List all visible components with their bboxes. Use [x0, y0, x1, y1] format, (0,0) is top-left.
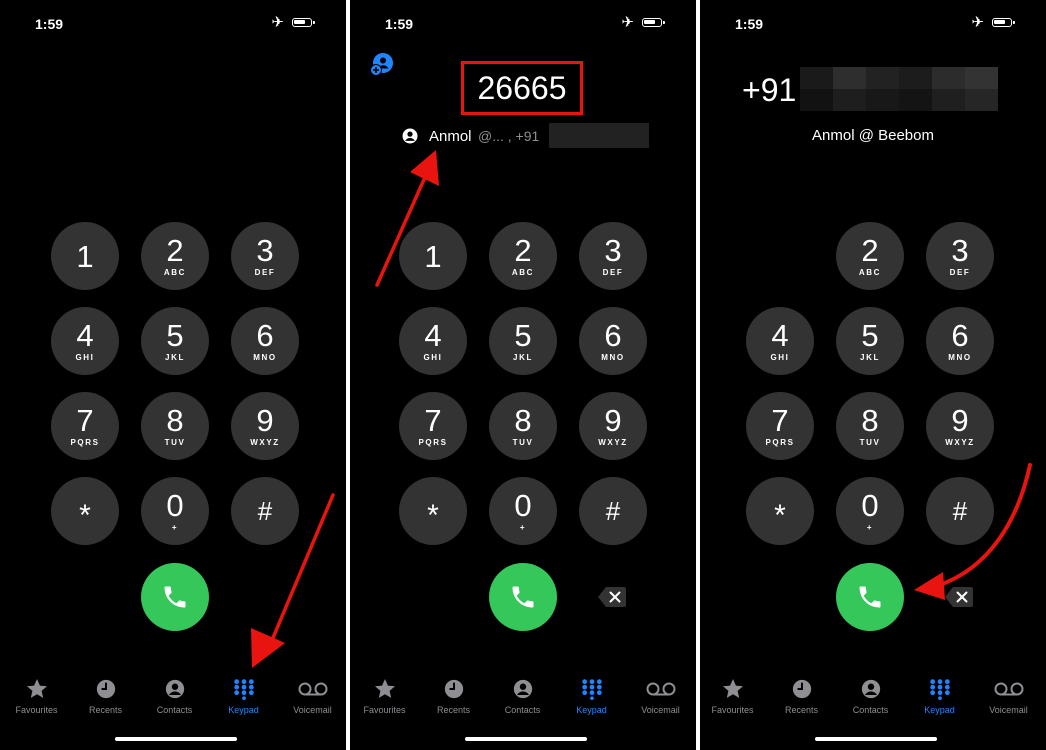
- keypad-icon: [581, 679, 602, 700]
- key-letters: DEF: [602, 268, 624, 277]
- dialer-screen-1: 1:59 ✈ 1 2 ABC 3 DEF 4 GHI 5 JKL 6 MNO 7 PQRS …: [0, 0, 346, 750]
- clock-icon: [792, 679, 811, 699]
- star-icon: [374, 679, 395, 698]
- clock-icon: [444, 679, 463, 699]
- tab-label: Keypad: [576, 705, 607, 715]
- key-digit: 8: [514, 403, 532, 438]
- key-digit: #: [605, 496, 621, 526]
- tab-contacts[interactable]: Contacts: [488, 676, 557, 715]
- key-letters: +: [519, 523, 527, 532]
- tab-label: Contacts: [504, 705, 541, 715]
- key-letters: JKL: [513, 353, 533, 362]
- tab-label: Voicemail: [641, 705, 680, 715]
- tab-bar: Favourites Recents Contacts Keypad Voice…: [350, 676, 696, 726]
- annotation-arrow: [914, 463, 1032, 600]
- key-digit: 3: [604, 233, 622, 268]
- key-letters: PQRS: [418, 438, 448, 447]
- home-indicator: [815, 737, 937, 741]
- key-2[interactable]: 2 ABC: [489, 222, 557, 290]
- phone-icon: [512, 586, 534, 608]
- key-letters: MNO: [601, 353, 625, 362]
- tab-label: Contacts: [852, 705, 889, 715]
- key-digit: 7: [424, 403, 442, 438]
- tab-keypad[interactable]: Keypad: [557, 676, 626, 715]
- tab-bar: Favourites Recents Contacts Keypad Voice…: [700, 676, 1046, 726]
- key-9[interactable]: 9 WXYZ: [579, 392, 647, 460]
- call-button[interactable]: [489, 563, 557, 631]
- tab-voicemail[interactable]: Voicemail: [974, 676, 1043, 715]
- tab-label: Favourites: [363, 705, 406, 715]
- voicemail-icon: [994, 682, 1023, 696]
- voicemail-icon: [646, 682, 675, 696]
- annotation-arrow: [251, 493, 335, 668]
- key-digit: 2: [514, 233, 532, 268]
- tab-recents[interactable]: Recents: [767, 676, 836, 715]
- key-digit: 0: [514, 488, 532, 523]
- key-letters: WXYZ: [598, 438, 628, 447]
- key-digit: 9: [604, 403, 622, 438]
- tab-label: Recents: [436, 705, 471, 715]
- tab-label: Favourites: [711, 705, 754, 715]
- keypad-icon: [929, 679, 950, 700]
- key-letters: ABC: [511, 268, 535, 277]
- tab-label: Voicemail: [989, 705, 1028, 715]
- tab-contacts[interactable]: Contacts: [836, 676, 905, 715]
- key-digit: 5: [514, 318, 532, 353]
- tab-label: Recents: [784, 705, 819, 715]
- home-indicator: [465, 737, 587, 741]
- key-1[interactable]: 1: [399, 222, 467, 290]
- tab-recents[interactable]: Recents: [419, 676, 488, 715]
- tab-keypad[interactable]: Keypad: [905, 676, 974, 715]
- annotation-arrow: [375, 150, 439, 287]
- key-letters: GHI: [423, 353, 443, 362]
- key-8[interactable]: 8 TUV: [489, 392, 557, 460]
- key-4[interactable]: 4 GHI: [399, 307, 467, 375]
- tab-favourites[interactable]: Favourites: [350, 676, 419, 715]
- contact-icon: [861, 679, 880, 699]
- tab-label: Keypad: [924, 705, 955, 715]
- key-0[interactable]: 0 +: [489, 477, 557, 545]
- contact-icon: [513, 679, 532, 699]
- key-digit: 4: [424, 318, 442, 353]
- dialer-screen-3: 1:59 ✈ +91 Anmol @ Beebom 1 2ABC 3DEF 4G…: [700, 0, 1046, 750]
- key-letters: TUV: [512, 438, 534, 447]
- delete-button[interactable]: [597, 586, 627, 608]
- dialer-screen-2: 1:59 ✈ 26665 Anmol @... , +91 1 2 ABC 3 DE…: [350, 0, 696, 750]
- key-7[interactable]: 7 PQRS: [399, 392, 467, 460]
- key-5[interactable]: 5 JKL: [489, 307, 557, 375]
- key-hash[interactable]: #: [579, 477, 647, 545]
- key-star[interactable]: *: [399, 477, 467, 545]
- key-digit: 6: [604, 318, 622, 353]
- key-digit: *: [427, 499, 439, 532]
- key-digit: 1: [424, 238, 442, 274]
- star-icon: [722, 679, 743, 698]
- delete-icon: [598, 587, 626, 607]
- tab-voicemail[interactable]: Voicemail: [626, 676, 695, 715]
- tab-favourites[interactable]: Favourites: [700, 676, 767, 715]
- key-3[interactable]: 3 DEF: [579, 222, 647, 290]
- key-6[interactable]: 6 MNO: [579, 307, 647, 375]
